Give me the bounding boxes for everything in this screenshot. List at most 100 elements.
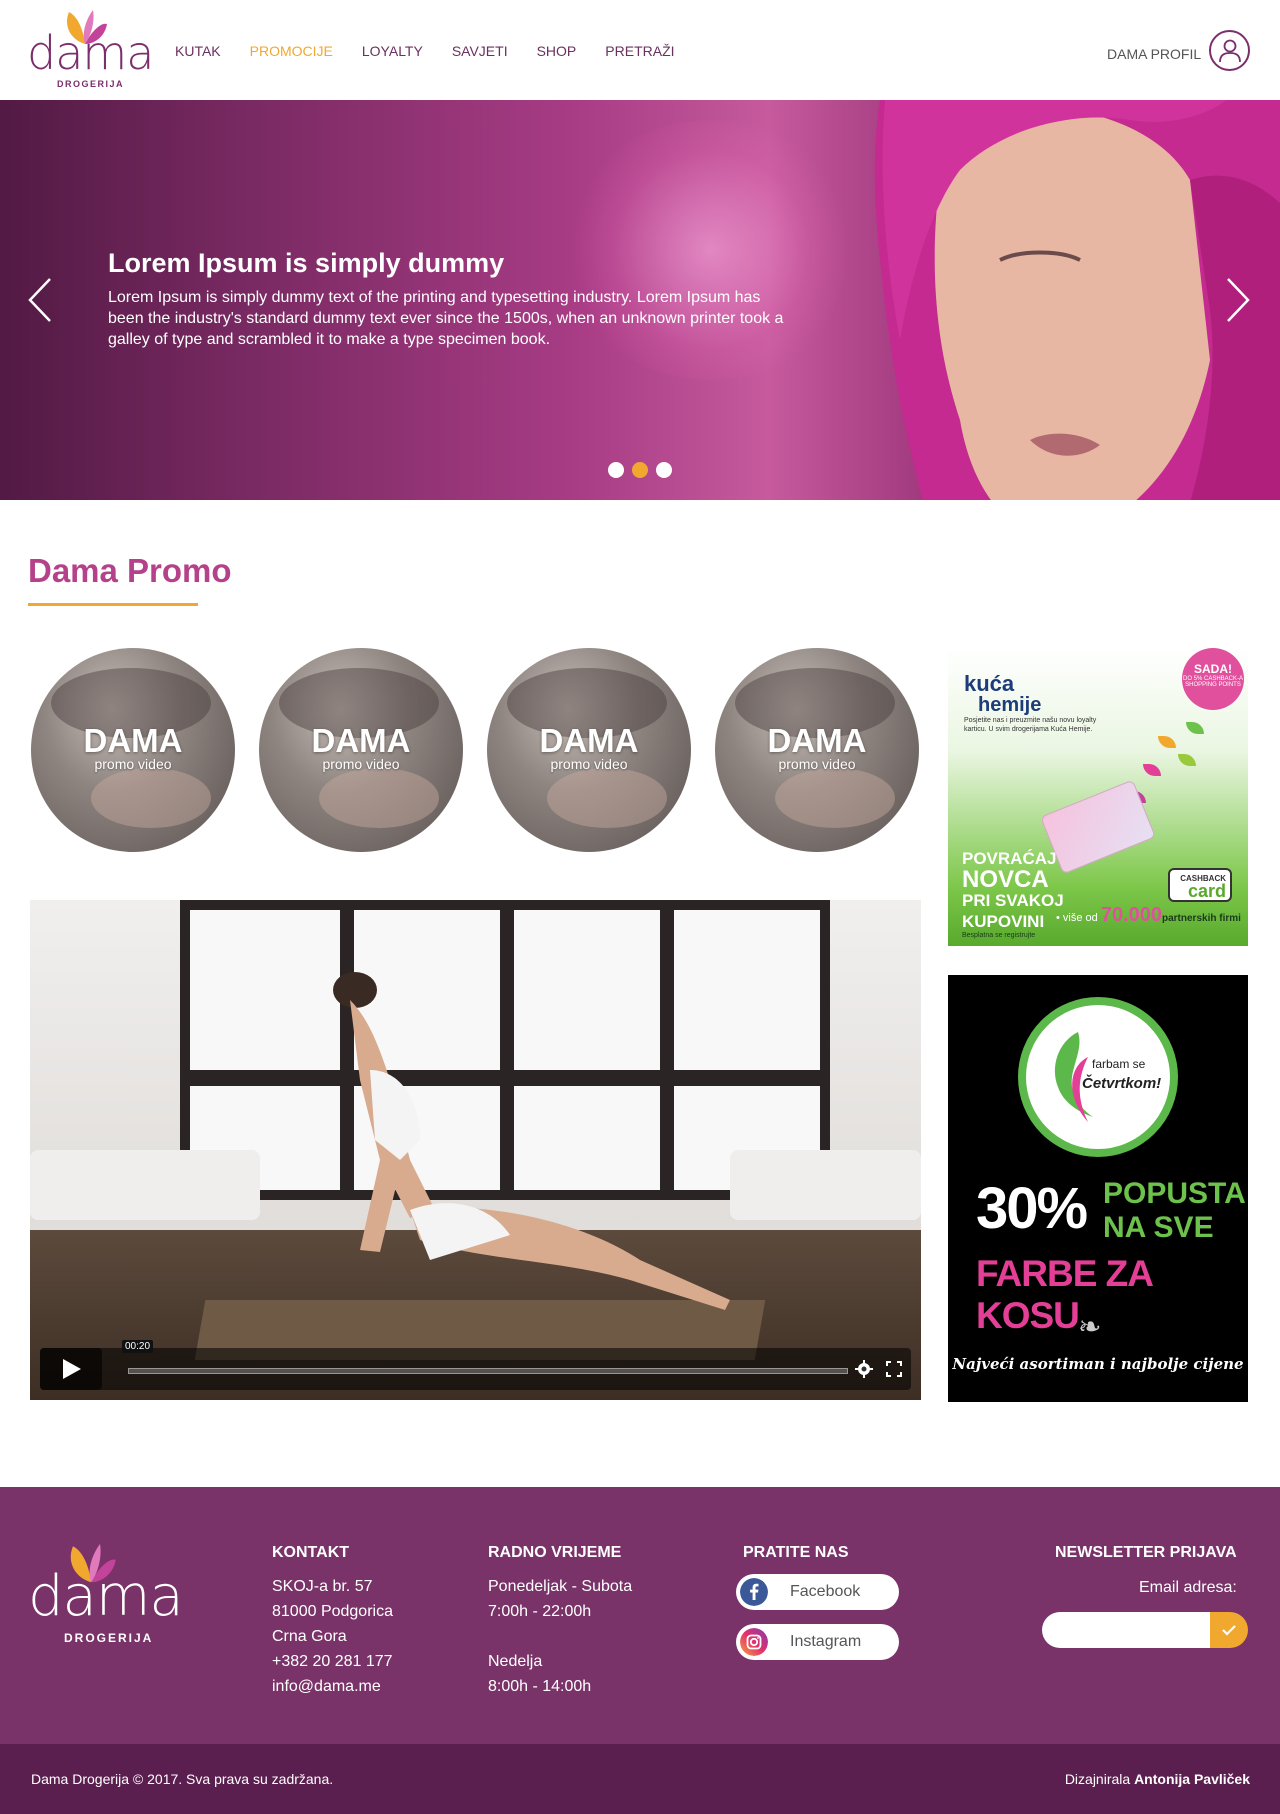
thumb-title: DAMA — [83, 722, 183, 759]
newsletter-title: NEWSLETTER PRIJAVA — [1055, 1544, 1237, 1561]
ad-partners-label: partnerskih firmi — [1162, 913, 1241, 924]
title-underline — [28, 603, 198, 606]
ad-line: PRI SVAKOJ — [962, 891, 1064, 910]
user-icon — [1219, 39, 1241, 63]
contact-email[interactable]: info@dama.me — [272, 1674, 393, 1699]
thumb-shade — [91, 768, 211, 828]
ad-register-text: Besplatna se registrujte — [962, 932, 1036, 939]
thumb-subtitle: promo video — [322, 756, 400, 772]
cashback-card-ad[interactable]: kuća hemije Posjetite nas i preuzmite na… — [948, 646, 1248, 946]
badge-sub: DO 5% CASHBACK-A SHOPPING POINTS — [1182, 676, 1243, 688]
gear-icon[interactable] — [855, 1360, 873, 1378]
sada-badge: SADA! DO 5% CASHBACK-A SHOPPING POINTS — [1182, 648, 1244, 710]
ad-partners: • više od 70.000partnerskih firmi — [1056, 904, 1241, 927]
logo-word: dama — [27, 26, 154, 80]
hours-line: Nedelja — [488, 1653, 543, 1670]
footer-logo[interactable]: dama DROGERIJA — [28, 1539, 198, 1649]
thumb-shade — [775, 768, 895, 828]
leaf-icon — [1158, 736, 1176, 748]
cashback-card-logo: CASHBACK card — [1168, 868, 1232, 902]
section-title: Dama Promo — [28, 552, 232, 589]
discount-line: NA SVE — [1103, 1211, 1214, 1244]
video-timeline[interactable] — [128, 1368, 848, 1374]
nav-shop[interactable]: SHOP — [537, 43, 577, 59]
hours-line: 7:00h - 22:00h — [488, 1603, 592, 1620]
ad-brand: hemije — [978, 694, 1042, 716]
nav-pretrazi[interactable]: PRETRAŽI — [605, 43, 674, 59]
thumb-title: DAMA — [767, 722, 867, 759]
video-player[interactable]: 00:20 — [30, 900, 921, 1400]
promo-video-thumb[interactable]: DAMA promo video — [487, 648, 691, 852]
email-label: Email adresa: — [1139, 1579, 1237, 1596]
discount-text: POPUSTA NA SVE — [1103, 1177, 1246, 1245]
hours-line: 8:00h - 14:00h — [488, 1678, 592, 1695]
instagram-label: Instagram — [790, 1633, 862, 1650]
time-tooltip: 00:20 — [122, 1340, 154, 1353]
profile-label[interactable]: DAMA PROFIL — [1107, 46, 1201, 62]
cashback-word: card — [1187, 881, 1226, 901]
facebook-label: Facebook — [790, 1583, 861, 1600]
nav-kutak[interactable]: KUTAK — [175, 43, 221, 59]
video-sofa — [30, 1150, 260, 1220]
hero-text: Lorem Ipsum is simply dummy text of the … — [108, 289, 784, 348]
hours-line: Ponedeljak - Subota — [488, 1578, 633, 1595]
logo-word: dama — [28, 1564, 184, 1629]
leaf-icon — [1143, 764, 1161, 776]
ad-brand: kuća — [964, 671, 1015, 696]
chevron-left-icon[interactable] — [24, 275, 58, 325]
hero-slider: Lorem Ipsum is simply dummy Lorem Ipsum … — [0, 100, 1280, 500]
hair-color-ad[interactable]: farbam se Četvrtkom! 30% POPUSTA NA SVE … — [948, 975, 1248, 1402]
facebook-button[interactable]: Facebook — [736, 1574, 899, 1610]
newsletter-submit-button[interactable] — [1210, 1612, 1248, 1648]
ad-more-than: • više od — [1056, 912, 1098, 924]
discount-percent: 30% — [976, 1176, 1088, 1241]
ad-headline: POVRAĆAJ NOVCA PRI SVAKOJ KUPOVINI — [962, 848, 1064, 932]
ad-line: NOVCA — [962, 866, 1049, 893]
site-footer: dama DROGERIJA KONTAKT SKOJ-a br. 57 810… — [0, 1487, 1280, 1744]
nav-promocije[interactable]: PROMOCIJE — [250, 43, 333, 59]
ad-number: 70.000 — [1100, 904, 1162, 926]
play-button[interactable] — [40, 1348, 102, 1390]
thumb-shade — [319, 768, 439, 828]
hours-info: Ponedeljak - Subota 7:00h - 22:00h Nedel… — [488, 1574, 632, 1699]
play-icon — [63, 1359, 81, 1379]
thumb-title: DAMA — [311, 722, 411, 759]
slider-dot[interactable] — [608, 462, 624, 478]
logo-sub: DROGERIJA — [64, 1631, 154, 1645]
fullscreen-icon[interactable] — [886, 1361, 902, 1377]
promo-video-thumb[interactable]: DAMA promo video — [715, 648, 919, 852]
badge-line1: farbam se — [1092, 1057, 1146, 1071]
ad-tagline: Posjetite nas i preuzmite našu novu loya… — [964, 717, 1097, 733]
social-title: PRATITE NAS — [743, 1544, 849, 1561]
facebook-icon — [740, 1578, 768, 1606]
slider-dot[interactable] — [656, 462, 672, 478]
slider-dot-active[interactable] — [632, 462, 648, 478]
nav-savjeti[interactable]: SAVJETI — [452, 43, 508, 59]
dama-logo[interactable]: dama DROGERIJA — [27, 6, 154, 89]
hours-title: RADNO VRIJEME — [488, 1544, 622, 1561]
thumb-subtitle: promo video — [550, 756, 628, 772]
chevron-right-icon[interactable] — [1220, 275, 1254, 325]
leaf-icon — [1178, 754, 1196, 766]
discount-product: FARBE ZA KOSU — [976, 1253, 1153, 1336]
contact-title: KONTAKT — [272, 1544, 350, 1561]
designer-name[interactable]: Antonija Pavliček — [1134, 1771, 1250, 1787]
copyright-text: Dama Drogerija © 2017. Sva prava su zadr… — [31, 1771, 334, 1787]
brand-swirl-icon: ❧ — [1078, 1311, 1102, 1342]
promo-video-thumb[interactable]: DAMA promo video — [259, 648, 463, 852]
hero-model-image — [874, 100, 1280, 500]
thumb-shade — [547, 768, 667, 828]
contact-info: SKOJ-a br. 57 81000 Podgorica Crna Gora … — [272, 1574, 393, 1699]
hours-line — [488, 1624, 632, 1649]
contact-line: Crna Gora — [272, 1628, 347, 1645]
nav-loyalty[interactable]: LOYALTY — [362, 43, 423, 59]
contact-phone[interactable]: +382 20 281 177 — [272, 1649, 393, 1674]
contact-line: 81000 Podgorica — [272, 1603, 393, 1620]
ad-slogan: Najveći asortiman i najbolje cijene — [952, 1355, 1244, 1373]
main-nav: KUTAK PROMOCIJE LOYALTY SAVJETI SHOP PRE… — [175, 43, 704, 59]
newsletter-email-input[interactable] — [1042, 1612, 1210, 1648]
profile-button[interactable] — [1209, 30, 1250, 71]
instagram-button[interactable]: Instagram — [736, 1624, 899, 1660]
promo-video-thumb[interactable]: DAMA promo video — [31, 648, 235, 852]
cetvrtkom-badge: farbam se Četvrtkom! — [1018, 997, 1178, 1157]
